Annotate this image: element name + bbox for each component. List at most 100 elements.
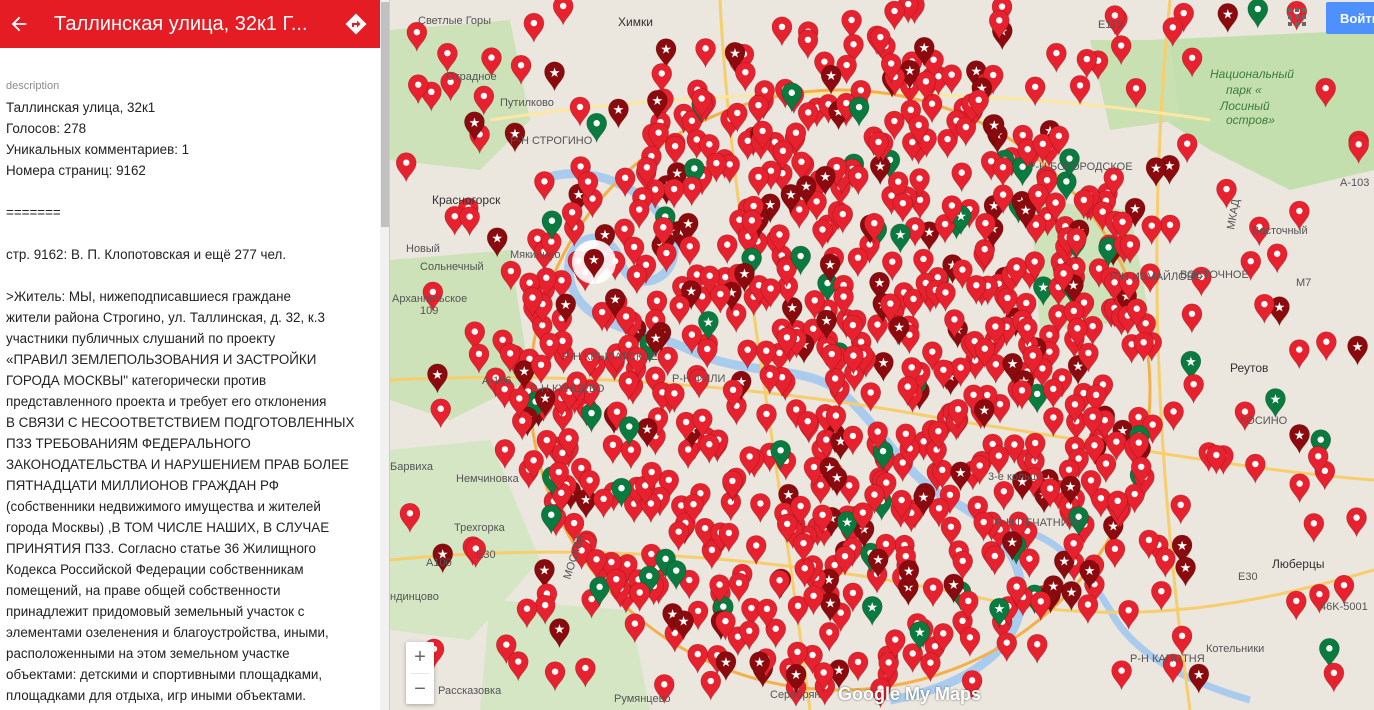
marker-dot bbox=[792, 129, 800, 136]
marker-dot bbox=[654, 414, 662, 421]
marker-dot bbox=[797, 502, 804, 510]
zoom-out-button[interactable]: − bbox=[406, 674, 434, 705]
marker-dot bbox=[970, 391, 977, 398]
description-line: ПЗЗ ТРЕБОВАНИЯМ ФЕДЕРАЛЬНОГО bbox=[6, 436, 251, 451]
map-label: E30 bbox=[1238, 571, 1258, 583]
marker-dot bbox=[833, 163, 840, 171]
marker-dot bbox=[946, 491, 954, 498]
marker-dot bbox=[800, 539, 807, 547]
marker-dot bbox=[1046, 348, 1053, 355]
marker-dot bbox=[1075, 455, 1082, 462]
marker-dot bbox=[965, 597, 972, 605]
star-icon: ★ bbox=[1065, 480, 1077, 495]
marker-dot bbox=[885, 659, 892, 666]
marker-dot bbox=[625, 341, 632, 348]
marker-dot bbox=[471, 328, 478, 335]
marker-dot bbox=[729, 477, 736, 485]
marker-dot bbox=[534, 235, 541, 242]
marker-dot bbox=[1065, 466, 1073, 473]
marker-dot bbox=[966, 634, 974, 641]
marker-dot bbox=[776, 577, 783, 584]
marker-dot bbox=[507, 267, 515, 275]
marker-dot bbox=[707, 677, 714, 685]
marker-dot bbox=[887, 60, 895, 67]
marker-dot bbox=[958, 169, 965, 176]
marker-dot bbox=[673, 567, 680, 574]
star-icon: ★ bbox=[831, 471, 843, 486]
marker-dot bbox=[503, 641, 510, 648]
star-icon: ★ bbox=[955, 466, 967, 481]
feature-details-panel: Таллинская улица, 32к1 Г... description … bbox=[0, 0, 390, 710]
marker-dot bbox=[976, 462, 983, 469]
marker-dot bbox=[613, 408, 621, 415]
marker-dot bbox=[783, 334, 791, 341]
marker-dot bbox=[682, 418, 690, 426]
marker-dot bbox=[706, 441, 713, 448]
map-label: Сольнечный bbox=[420, 261, 484, 273]
marker-dot bbox=[716, 581, 723, 588]
map-label: E115 bbox=[1098, 19, 1123, 31]
marker-dot bbox=[1095, 265, 1103, 272]
apps-grid-icon[interactable] bbox=[1288, 8, 1306, 26]
star-icon: ★ bbox=[660, 43, 672, 58]
map-label: Р-Н ФИЛИ bbox=[672, 373, 725, 385]
marker-dot bbox=[675, 528, 682, 535]
marker-dot bbox=[935, 504, 943, 512]
marker-dot bbox=[541, 601, 549, 609]
marker-dot bbox=[548, 238, 555, 245]
marker-dot bbox=[1080, 389, 1087, 397]
marker-dot bbox=[849, 321, 857, 329]
marker-dot bbox=[598, 308, 606, 316]
marker-dot bbox=[746, 627, 753, 635]
map-label: A-103 bbox=[1340, 177, 1369, 189]
marker-dot bbox=[548, 217, 556, 224]
zoom-control: + − bbox=[406, 642, 434, 704]
marker-dot bbox=[609, 441, 617, 449]
marker-dot bbox=[794, 602, 802, 610]
zoom-in-button[interactable]: + bbox=[406, 642, 434, 673]
marker-dot bbox=[981, 245, 988, 253]
marker-dot bbox=[694, 607, 702, 615]
marker-dot bbox=[698, 95, 705, 102]
marker-dot bbox=[1273, 250, 1281, 257]
map-label: Р-Н СТРОГИНО bbox=[510, 135, 593, 147]
marker-dot bbox=[701, 524, 709, 532]
marker-dot bbox=[676, 302, 683, 309]
marker-dot bbox=[899, 459, 906, 466]
directions-button[interactable] bbox=[334, 0, 378, 48]
marker-dot bbox=[744, 346, 751, 353]
marker-dot bbox=[1024, 146, 1031, 153]
marker-dot bbox=[1296, 207, 1303, 215]
map-canvas[interactable]: ★ ★ ★ ★ ★ ★ ★ ★ ★ ★ ★ ★ ★ ★ ★ ★ ★ ★ ★ ★ ★ ★ ★ ★ ★ ★ ★ ★ ★ ★ ★ ★ ★ ★ ★ ★ ★ ★ ★ ★… bbox=[390, 0, 1374, 710]
marker-dot bbox=[837, 609, 844, 616]
marker-dot bbox=[968, 677, 976, 684]
star-icon: ★ bbox=[764, 198, 776, 213]
marker-dot bbox=[1188, 54, 1196, 61]
star-icon: ★ bbox=[948, 578, 960, 593]
marker-dot bbox=[661, 681, 668, 688]
description-label: description bbox=[6, 80, 60, 92]
marker-dot bbox=[810, 592, 817, 599]
sign-in-button[interactable]: Войти bbox=[1326, 2, 1374, 34]
marker-dot bbox=[593, 120, 600, 127]
panel-scrollbar[interactable] bbox=[380, 0, 389, 710]
description-line: объектами: детскими и спортивными площад… bbox=[6, 667, 323, 682]
marker-dot bbox=[755, 101, 762, 109]
back-button[interactable] bbox=[2, 0, 36, 48]
description-line: представленного проекта и требует его от… bbox=[6, 394, 327, 409]
star-icon: ★ bbox=[1007, 357, 1019, 372]
marker-dot bbox=[843, 61, 850, 69]
description-line: расположенными на этом земельном участке bbox=[6, 646, 290, 661]
star-icon: ★ bbox=[1274, 301, 1286, 316]
marker-dot bbox=[899, 199, 907, 207]
description-line: ПЯТНАДЦАТИ МИЛЛИОНОВ ГРАЖДАН РФ bbox=[6, 478, 279, 493]
marker-dot bbox=[586, 476, 593, 484]
scrollbar-thumb[interactable] bbox=[381, 2, 389, 227]
marker-dot bbox=[688, 117, 696, 124]
marker-dot bbox=[1113, 438, 1120, 445]
marker-dot bbox=[648, 550, 655, 558]
map-svg: ★ ★ ★ ★ ★ ★ ★ ★ ★ ★ ★ ★ ★ ★ ★ ★ ★ ★ ★ ★ ★ ★ ★ ★ ★ ★ ★ ★ ★ ★ ★ ★ ★ ★ ★ ★ ★ ★ ★ ★… bbox=[390, 0, 1374, 710]
marker-dot bbox=[1241, 408, 1249, 415]
marker-dot bbox=[748, 604, 755, 612]
marker-dot bbox=[671, 390, 678, 397]
